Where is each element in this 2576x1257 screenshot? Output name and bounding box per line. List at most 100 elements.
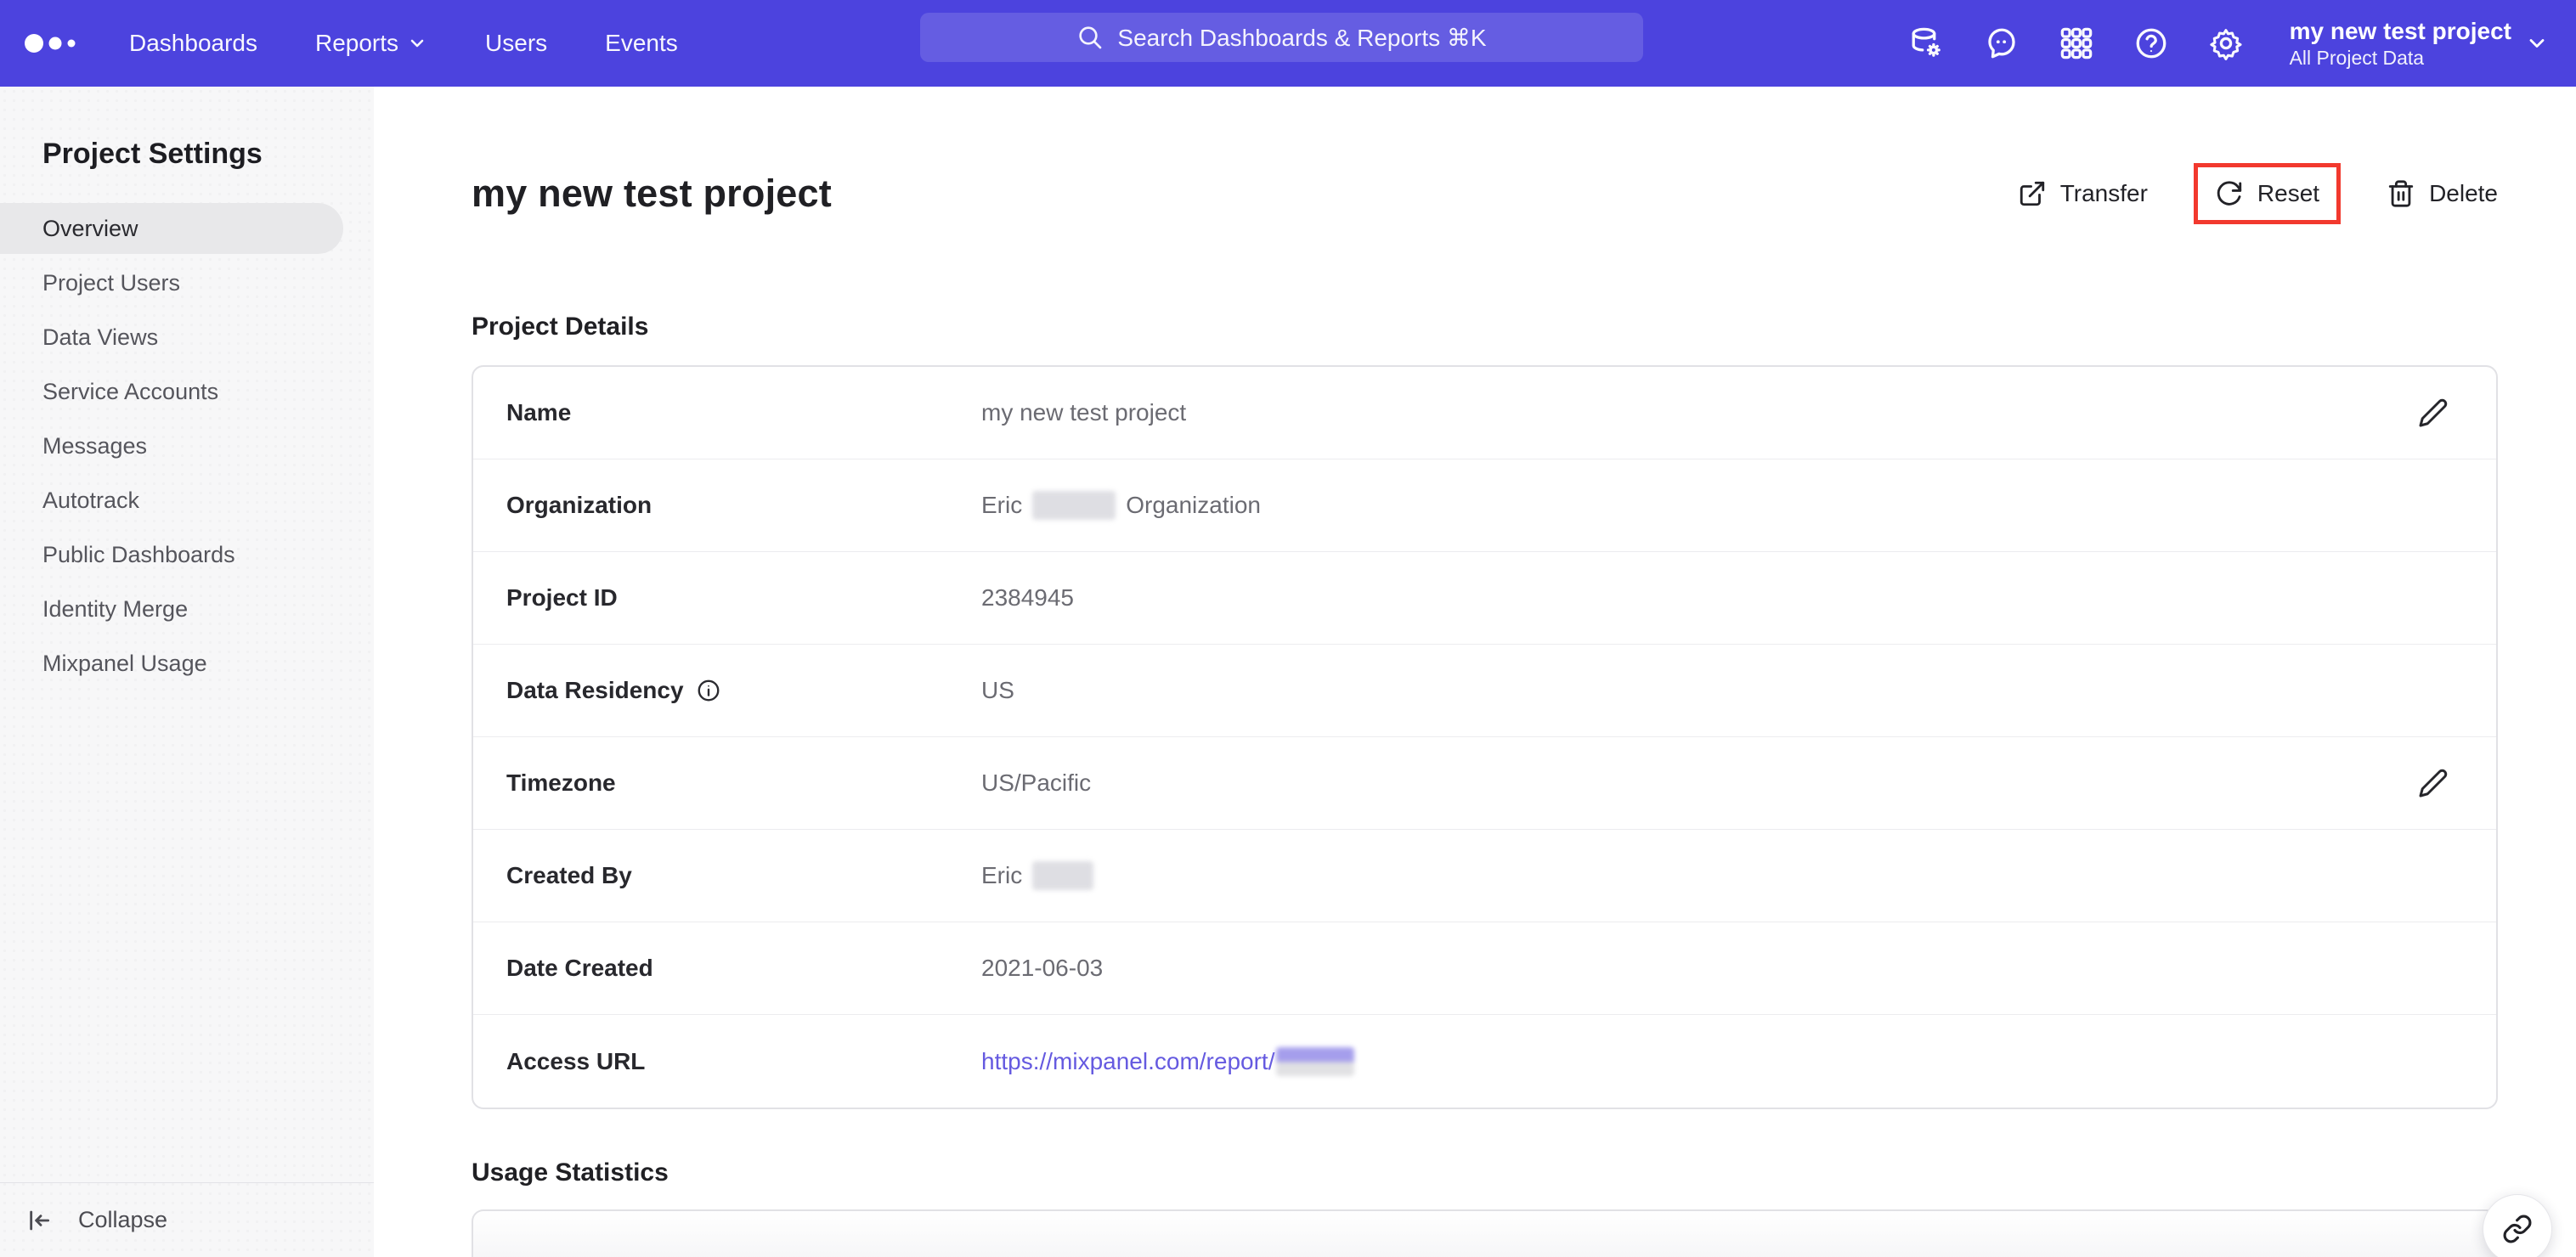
edit-timezone-button[interactable] bbox=[2418, 768, 2449, 798]
row-label: Date Created bbox=[506, 955, 653, 981]
nav-users[interactable]: Users bbox=[485, 30, 547, 57]
redacted-text bbox=[1032, 861, 1094, 890]
main-content: my new test project Transfer Reset Delet… bbox=[374, 87, 2576, 1257]
sidebar-item-label: Overview bbox=[42, 215, 138, 241]
usage-statistics-card bbox=[472, 1209, 2498, 1257]
reset-button[interactable]: Reset bbox=[2215, 179, 2319, 208]
sidebar-item-label: Project Users bbox=[42, 269, 181, 296]
transfer-icon bbox=[2020, 181, 2044, 206]
collapse-sidebar-button[interactable]: Collapse bbox=[0, 1182, 374, 1257]
sidebar-item-label: Mixpanel Usage bbox=[42, 650, 207, 676]
row-label: Timezone bbox=[506, 769, 616, 796]
redacted-text bbox=[1032, 491, 1116, 520]
row-label: Data Residency bbox=[506, 677, 684, 703]
row-value: Eric bbox=[981, 861, 1094, 890]
chevron-down-icon bbox=[410, 39, 424, 48]
detail-row-data-residency: Data Residency US bbox=[473, 645, 2496, 737]
edit-name-button[interactable] bbox=[2418, 397, 2449, 428]
row-label: Access URL bbox=[506, 1047, 646, 1074]
detail-row-access-url: Access URL https://mixpanel.com/report/ bbox=[473, 1015, 2496, 1108]
link-icon bbox=[2503, 1215, 2532, 1243]
copy-link-button[interactable] bbox=[2483, 1194, 2552, 1257]
search-input[interactable]: Search Dashboards & Reports ⌘K bbox=[920, 13, 1643, 62]
detail-row-date-created: Date Created 2021-06-03 bbox=[473, 922, 2496, 1015]
pencil-icon bbox=[2419, 769, 2448, 798]
top-navigation-bar: Dashboards Reports Users Events Search D… bbox=[0, 0, 2576, 87]
nav-reports[interactable]: Reports bbox=[315, 30, 427, 57]
row-label: Name bbox=[506, 399, 572, 426]
sidebar-item-label: Autotrack bbox=[42, 487, 140, 513]
detail-row-timezone: Timezone US/Pacific bbox=[473, 737, 2496, 830]
search-placeholder: Search Dashboards & Reports ⌘K bbox=[1117, 24, 1487, 51]
sidebar-item-mixpanel-usage[interactable]: Mixpanel Usage bbox=[0, 638, 374, 689]
row-value: https://mixpanel.com/report/ bbox=[981, 1046, 1355, 1076]
detail-row-name: Name my new test project bbox=[473, 367, 2496, 459]
sidebar-item-identity-merge[interactable]: Identity Merge bbox=[0, 583, 374, 634]
row-label: Created By bbox=[506, 862, 632, 888]
sidebar-item-autotrack[interactable]: Autotrack bbox=[0, 475, 374, 526]
project-switcher[interactable]: my new test project All Project Data bbox=[2290, 16, 2549, 70]
settings-sidebar: Project Settings Overview Project Users … bbox=[0, 87, 374, 1257]
data-management-icon[interactable] bbox=[1909, 25, 1945, 61]
current-project-scope: All Project Data bbox=[2289, 47, 2425, 70]
sidebar-item-project-users[interactable]: Project Users bbox=[0, 257, 374, 308]
row-value: 2384945 bbox=[981, 584, 1075, 611]
redacted-text bbox=[1276, 1046, 1355, 1076]
project-actions: Transfer Reset Delete bbox=[2018, 163, 2498, 224]
detail-row-organization: Organization Eric Organization bbox=[473, 459, 2496, 552]
page-title: my new test project bbox=[472, 172, 832, 215]
detail-row-project-id: Project ID 2384945 bbox=[473, 552, 2496, 645]
sidebar-item-service-accounts[interactable]: Service Accounts bbox=[0, 366, 374, 417]
reset-label: Reset bbox=[2257, 180, 2320, 206]
value-prefix: Eric bbox=[981, 492, 1023, 518]
reset-icon bbox=[2217, 181, 2242, 206]
row-value: my new test project bbox=[981, 399, 1187, 426]
row-value: US/Pacific bbox=[981, 769, 1092, 796]
access-url-link[interactable]: https://mixpanel.com/report/ bbox=[981, 1046, 1355, 1076]
nav-dashboards-label: Dashboards bbox=[129, 30, 257, 56]
row-label: Organization bbox=[506, 492, 652, 518]
sidebar-item-label: Identity Merge bbox=[42, 595, 189, 622]
apps-grid-icon[interactable] bbox=[2059, 25, 2094, 61]
project-switcher-text: my new test project All Project Data bbox=[2290, 16, 2511, 70]
chevron-down-icon bbox=[2529, 39, 2545, 48]
section-title-usage-statistics: Usage Statistics bbox=[472, 1158, 669, 1187]
reset-annotation-box: Reset bbox=[2193, 163, 2342, 224]
row-value: Eric Organization bbox=[981, 491, 1261, 520]
feedback-icon[interactable] bbox=[1984, 25, 2020, 61]
pencil-icon bbox=[2419, 398, 2448, 427]
trash-icon bbox=[2388, 180, 2414, 207]
sidebar-item-label: Messages bbox=[42, 432, 148, 459]
nav-dashboards[interactable]: Dashboards bbox=[129, 30, 257, 57]
row-value: US bbox=[981, 677, 1014, 703]
transfer-label: Transfer bbox=[2059, 180, 2148, 206]
sidebar-item-data-views[interactable]: Data Views bbox=[0, 312, 374, 363]
delete-button[interactable]: Delete bbox=[2387, 179, 2498, 208]
sidebar-item-overview[interactable]: Overview bbox=[0, 203, 343, 254]
section-title-project-details: Project Details bbox=[472, 313, 649, 341]
sidebar-item-public-dashboards[interactable]: Public Dashboards bbox=[0, 529, 374, 580]
access-url-text: https://mixpanel.com/report/ bbox=[981, 1047, 1275, 1074]
topbar-right-controls: my new test project All Project Data bbox=[1909, 16, 2576, 70]
sidebar-item-label: Public Dashboards bbox=[42, 541, 235, 567]
info-icon[interactable] bbox=[696, 678, 721, 703]
sidebar-item-label: Service Accounts bbox=[42, 378, 219, 404]
page-header: my new test project Transfer Reset Delet… bbox=[472, 155, 2498, 233]
top-nav-menu: Dashboards Reports Users Events bbox=[129, 30, 678, 57]
row-value: 2021-06-03 bbox=[981, 955, 1104, 981]
help-icon[interactable] bbox=[2133, 25, 2169, 61]
mixpanel-logo[interactable] bbox=[0, 29, 80, 58]
nav-reports-label: Reports bbox=[314, 30, 399, 56]
transfer-button[interactable]: Transfer bbox=[2018, 179, 2148, 208]
current-project-name: my new test project bbox=[2289, 18, 2511, 45]
settings-gear-icon[interactable] bbox=[2208, 25, 2244, 61]
sidebar-item-label: Data Views bbox=[42, 324, 159, 350]
row-label: Project ID bbox=[506, 584, 618, 611]
detail-row-created-by: Created By Eric bbox=[473, 830, 2496, 922]
sidebar-title: Project Settings bbox=[42, 138, 263, 170]
sidebar-item-messages[interactable]: Messages bbox=[0, 420, 374, 471]
nav-events[interactable]: Events bbox=[605, 30, 678, 57]
collapse-label: Collapse bbox=[78, 1207, 168, 1232]
mixpanel-dots-icon bbox=[25, 34, 76, 53]
value-prefix: Eric bbox=[981, 862, 1023, 888]
